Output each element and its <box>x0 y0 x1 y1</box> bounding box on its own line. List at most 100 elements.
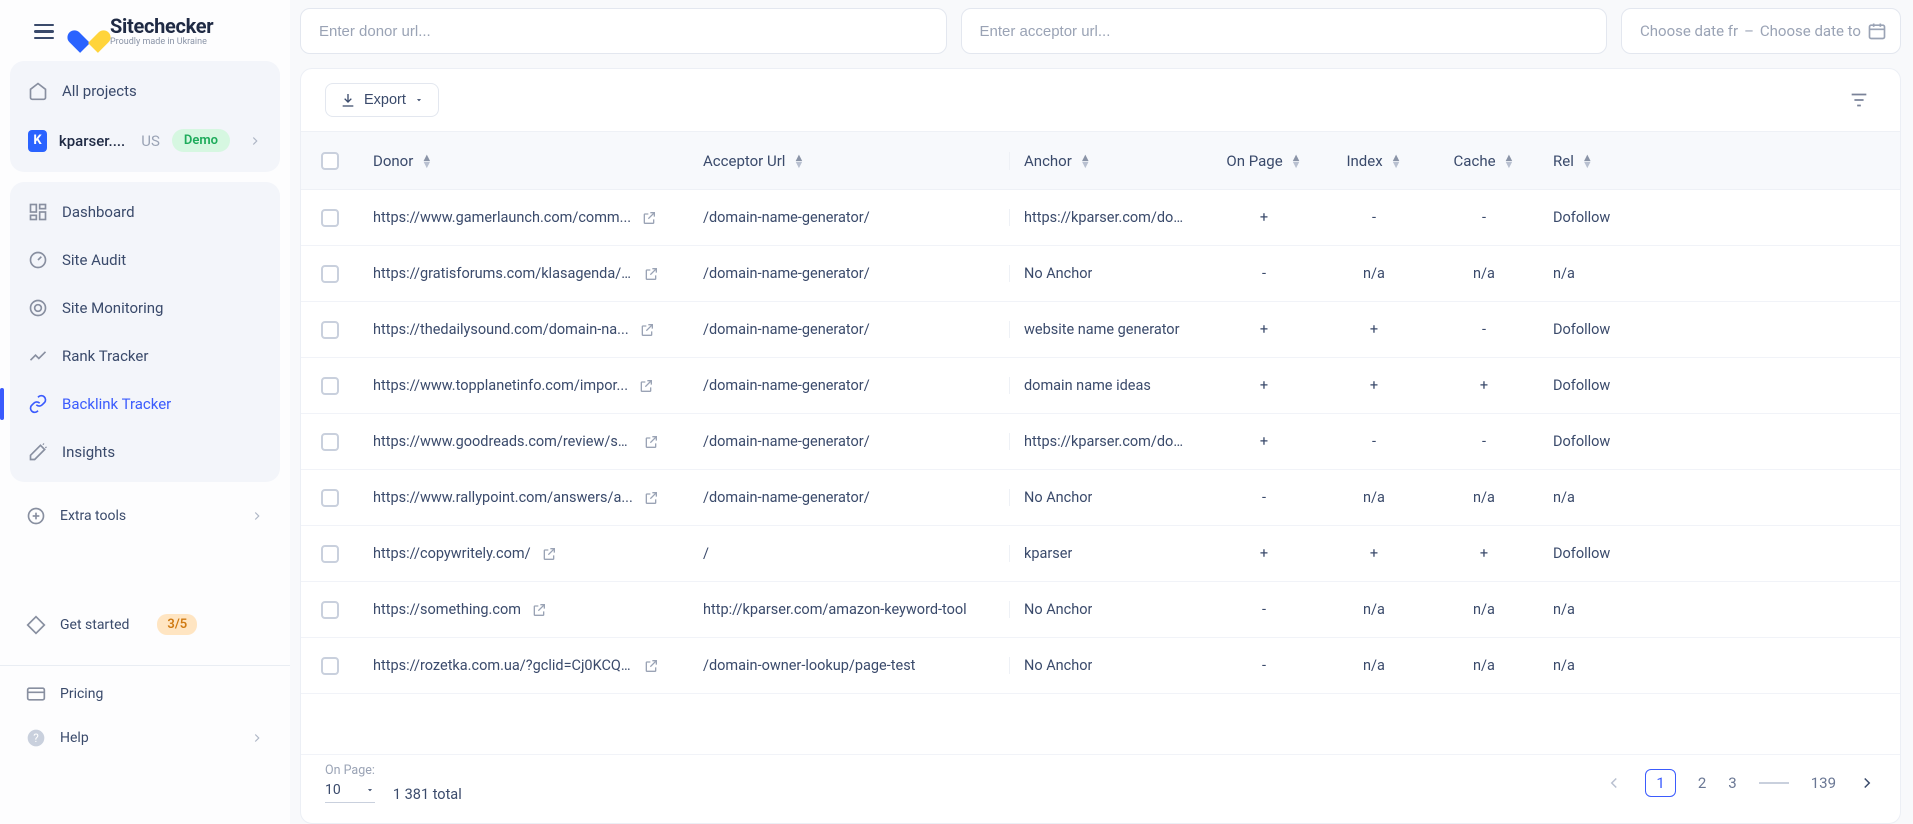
cache-value: + <box>1480 545 1488 562</box>
sidebar-item-site-monitoring[interactable]: Site Monitoring <box>10 284 280 332</box>
acceptor-url: /domain-owner-lookup/page-test <box>703 657 915 674</box>
sidebar-item-site-audit[interactable]: Site Audit <box>10 236 280 284</box>
sidebar-all-projects[interactable]: All projects <box>10 67 280 115</box>
sidebar-item-label: Site Monitoring <box>62 299 163 317</box>
page-2[interactable]: 2 <box>1698 774 1706 792</box>
sidebar-project-selector[interactable]: K kparser.... US Demo <box>10 115 280 166</box>
rel-value: n/a <box>1553 489 1575 506</box>
table-row: https://www.rallypoint.com/answers/a.../… <box>301 470 1900 526</box>
sidebar-get-started[interactable]: Get started 3/5 <box>0 600 290 649</box>
dashboard-icon <box>28 202 48 222</box>
column-header-donor[interactable]: Donor ▲▼ <box>359 152 689 170</box>
donor-url[interactable]: https://www.topplanetinfo.com/impor... <box>373 377 628 394</box>
row-checkbox[interactable] <box>321 265 339 283</box>
sidebar-item-insights[interactable]: Insights <box>10 428 280 476</box>
row-checkbox[interactable] <box>321 545 339 563</box>
page-size-label: On Page: <box>325 763 375 778</box>
chevron-right-icon <box>250 509 264 523</box>
sort-icon: ▲▼ <box>1504 154 1515 168</box>
donor-url[interactable]: https://rozetka.com.ua/?gclid=Cj0KCQj... <box>373 657 633 674</box>
brand-logo[interactable]: Sitechecker Proudly made in Ukraine <box>76 16 213 47</box>
donor-url[interactable]: https://www.goodreads.com/review/sh... <box>373 433 633 450</box>
sidebar-extra-tools[interactable]: Extra tools <box>0 492 290 540</box>
diamond-icon <box>26 615 46 635</box>
column-header-rel[interactable]: Rel ▲▼ <box>1539 152 1659 170</box>
sidebar-item-dashboard[interactable]: Dashboard <box>10 188 280 236</box>
external-link-icon[interactable] <box>643 490 659 506</box>
help-icon: ? <box>26 728 46 748</box>
row-checkbox[interactable] <box>321 209 339 227</box>
donor-url[interactable]: https://something.com <box>373 601 521 618</box>
table-row: https://thedailysound.com/domain-na.../d… <box>301 302 1900 358</box>
column-header-index[interactable]: Index ▲▼ <box>1319 152 1429 170</box>
row-checkbox[interactable] <box>321 321 339 339</box>
external-link-icon[interactable] <box>541 546 557 562</box>
row-checkbox[interactable] <box>321 433 339 451</box>
page-3[interactable]: 3 <box>1728 774 1736 792</box>
sidebar-pricing[interactable]: Pricing <box>0 672 290 716</box>
donor-url[interactable]: https://www.gamerlaunch.com/comm... <box>373 209 631 226</box>
select-all-checkbox[interactable] <box>321 152 339 170</box>
sort-icon: ▲▼ <box>421 154 432 168</box>
donor-url[interactable]: https://copywritely.com/ <box>373 545 531 562</box>
sidebar-item-label: Site Audit <box>62 251 126 269</box>
donor-url[interactable]: https://gratisforums.com/klasagenda/v... <box>373 265 633 282</box>
sort-icon: ▲▼ <box>793 154 804 168</box>
index-value: n/a <box>1363 601 1385 618</box>
external-link-icon[interactable] <box>641 210 657 226</box>
external-link-icon[interactable] <box>643 266 659 282</box>
total-count: 1 381 total <box>393 786 462 803</box>
anchor-text: No Anchor <box>1024 489 1092 506</box>
sidebar-item-backlink-tracker[interactable]: Backlink Tracker <box>10 380 280 428</box>
row-checkbox[interactable] <box>321 657 339 675</box>
donor-url[interactable]: https://thedailysound.com/domain-na... <box>373 321 629 338</box>
chart-line-icon <box>28 346 48 366</box>
get-started-count: 3/5 <box>157 614 197 635</box>
page-prev[interactable] <box>1605 774 1623 792</box>
external-link-icon[interactable] <box>639 322 655 338</box>
external-link-icon[interactable] <box>643 658 659 674</box>
sidebar-item-rank-tracker[interactable]: Rank Tracker <box>10 332 280 380</box>
sidebar-help[interactable]: ? Help <box>0 716 290 760</box>
row-checkbox[interactable] <box>321 489 339 507</box>
donor-url[interactable]: https://www.rallypoint.com/answers/a... <box>373 489 633 506</box>
page-1[interactable]: 1 <box>1645 769 1675 797</box>
menu-toggle[interactable] <box>28 18 60 46</box>
external-link-icon[interactable] <box>643 434 659 450</box>
table-row: https://something.comhttp://kparser.com/… <box>301 582 1900 638</box>
page-last[interactable]: 139 <box>1811 774 1836 792</box>
help-label: Help <box>60 730 89 746</box>
external-link-icon[interactable] <box>531 602 547 618</box>
external-link-icon[interactable] <box>638 378 654 394</box>
acceptor-url: / <box>703 545 709 562</box>
date-to-label: Choose date to <box>1760 22 1861 40</box>
export-button[interactable]: Export <box>325 83 439 117</box>
table-row: https://gratisforums.com/klasagenda/v...… <box>301 246 1900 302</box>
row-checkbox[interactable] <box>321 377 339 395</box>
column-header-onpage[interactable]: On Page ▲▼ <box>1209 152 1319 170</box>
page-gap <box>1759 782 1789 784</box>
anchor-text: No Anchor <box>1024 657 1092 674</box>
acceptor-url-input[interactable] <box>961 8 1608 54</box>
table-body: https://www.gamerlaunch.com/comm... /doma… <box>301 190 1900 754</box>
row-checkbox[interactable] <box>321 601 339 619</box>
index-value: - <box>1372 209 1376 226</box>
brand-name: Sitechecker <box>110 16 213 36</box>
column-header-acceptor[interactable]: Acceptor Url ▲▼ <box>689 152 1009 170</box>
sort-icon: ▲▼ <box>1291 154 1302 168</box>
anchor-text: website name generator <box>1024 321 1180 338</box>
donor-url-input[interactable] <box>300 8 947 54</box>
date-range-input[interactable]: Choose date fr – Choose date to <box>1621 8 1901 54</box>
on-page-value: - <box>1262 657 1266 674</box>
page-next[interactable] <box>1858 774 1876 792</box>
index-value: + <box>1370 377 1378 394</box>
rel-value: Dofollow <box>1553 377 1610 394</box>
page-size-selector[interactable]: 10 <box>325 782 375 803</box>
on-page-value: - <box>1262 489 1266 506</box>
cache-value: n/a <box>1473 265 1495 282</box>
filter-icon[interactable] <box>1842 83 1876 117</box>
column-header-anchor[interactable]: Anchor ▲▼ <box>1009 152 1209 170</box>
on-page-value: + <box>1260 433 1268 450</box>
rel-value: Dofollow <box>1553 545 1610 562</box>
column-header-cache[interactable]: Cache ▲▼ <box>1429 152 1539 170</box>
